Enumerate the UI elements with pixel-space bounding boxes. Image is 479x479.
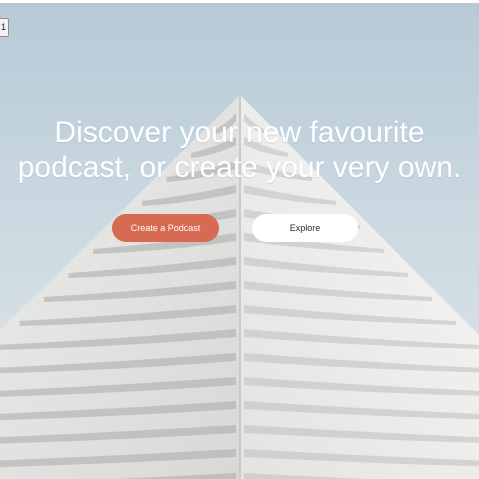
create-podcast-button[interactable]: Create a Podcast [112, 214, 219, 242]
headline-line-1: Discover your new favourite [54, 116, 425, 149]
headline-line-2: podcast, or create your very own. [17, 151, 462, 184]
hero-section: 1 Discover your new favourite podcast, o… [0, 0, 479, 479]
building-architecture-image [0, 0, 479, 479]
page-number-tag: 1 [0, 18, 9, 37]
explore-button[interactable]: Explore [252, 214, 358, 242]
hero-headline: Discover your new favourite podcast, or … [0, 115, 479, 185]
top-border [0, 0, 479, 3]
